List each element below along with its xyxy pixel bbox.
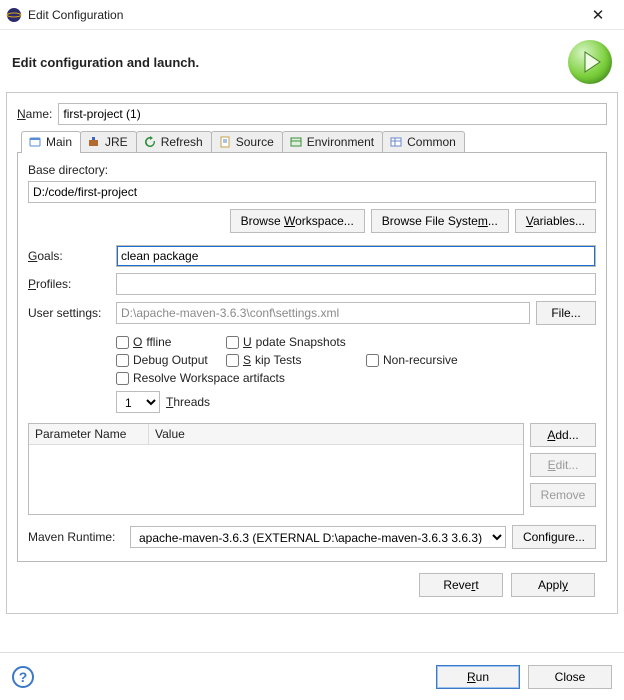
browse-workspace-button[interactable]: Browse Workspace... — [230, 209, 365, 233]
tab-environment[interactable]: Environment — [282, 131, 383, 153]
non-recursive-checkbox[interactable]: Non-recursive — [366, 353, 596, 367]
parameters-col-name: Parameter Name — [29, 424, 149, 444]
tab-main-panel: Base directory: Browse Workspace... Brow… — [17, 152, 607, 562]
dialog-footer: ? Run Close — [0, 652, 624, 700]
apply-button[interactable]: Apply — [511, 573, 595, 597]
goals-label: Goals: — [28, 249, 110, 263]
window-close-button[interactable]: ✕ — [578, 6, 618, 24]
run-icon — [568, 40, 612, 84]
source-tab-icon — [218, 135, 232, 149]
parameters-table[interactable]: Parameter Name Value — [28, 423, 524, 515]
update-snapshots-checkbox[interactable]: Update Snapshots — [226, 335, 366, 349]
environment-tab-icon — [289, 135, 303, 149]
tab-refresh-label: Refresh — [161, 135, 203, 149]
tab-main-label: Main — [46, 135, 72, 149]
tab-common[interactable]: Common — [382, 131, 465, 153]
help-icon[interactable]: ? — [12, 666, 34, 688]
common-tab-icon — [389, 135, 403, 149]
maven-runtime-configure-button[interactable]: Configure... — [512, 525, 596, 549]
user-settings-label: User settings: — [28, 306, 110, 320]
threads-label: Threads — [166, 395, 210, 409]
tab-environment-label: Environment — [307, 135, 374, 149]
debug-output-checkbox[interactable]: Debug Output — [116, 353, 226, 367]
parameters-col-value: Value — [149, 424, 523, 444]
name-row: Name: — [17, 103, 607, 125]
titlebar: Edit Configuration ✕ — [0, 0, 624, 30]
close-button[interactable]: Close — [528, 665, 612, 689]
user-settings-file-button[interactable]: File... — [536, 301, 596, 325]
offline-checkbox[interactable]: Offline — [116, 335, 226, 349]
maven-runtime-select[interactable]: apache-maven-3.6.3 (EXTERNAL D:\apache-m… — [130, 526, 506, 548]
skip-tests-checkbox[interactable]: Skip Tests — [226, 353, 366, 367]
goals-input[interactable] — [116, 245, 596, 267]
browse-filesystem-button[interactable]: Browse File System... — [371, 209, 509, 233]
run-button[interactable]: Run — [436, 665, 520, 689]
resolve-workspace-checkbox[interactable]: Resolve Workspace artifacts — [116, 371, 596, 385]
tab-main[interactable]: Main — [21, 131, 81, 153]
profiles-label: Profiles: — [28, 277, 110, 291]
maven-runtime-label: Maven Runtime: — [28, 530, 124, 544]
dialog-heading: Edit configuration and launch. — [12, 55, 568, 70]
name-label: Name: — [17, 107, 52, 121]
eclipse-icon — [6, 7, 22, 23]
name-input[interactable] — [58, 103, 607, 125]
tab-jre[interactable]: JRE — [80, 131, 137, 153]
config-content: Name: Main JRE Refresh Source Environmen… — [6, 92, 618, 614]
variables-button[interactable]: Variables... — [515, 209, 596, 233]
window-title: Edit Configuration — [28, 8, 578, 22]
tab-refresh[interactable]: Refresh — [136, 131, 212, 153]
revert-button[interactable]: Revert — [419, 573, 503, 597]
tab-source-label: Source — [236, 135, 274, 149]
base-directory-label: Base directory: — [28, 163, 596, 177]
param-edit-button[interactable]: Edit... — [530, 453, 596, 477]
jre-tab-icon — [87, 135, 101, 149]
param-remove-button[interactable]: Remove — [530, 483, 596, 507]
refresh-tab-icon — [143, 135, 157, 149]
parameters-area: Parameter Name Value Add... Edit... Remo… — [28, 423, 596, 515]
tab-source[interactable]: Source — [211, 131, 283, 153]
tab-bar: Main JRE Refresh Source Environment Comm… — [17, 131, 607, 153]
main-tab-icon — [28, 135, 42, 149]
tab-common-label: Common — [407, 135, 456, 149]
user-settings-input[interactable] — [116, 302, 530, 324]
param-add-button[interactable]: Add... — [530, 423, 596, 447]
dialog-header: Edit configuration and launch. — [0, 30, 624, 92]
threads-select[interactable]: 1 — [116, 391, 160, 413]
tab-jre-label: JRE — [105, 135, 128, 149]
profiles-input[interactable] — [116, 273, 596, 295]
base-directory-input[interactable] — [28, 181, 596, 203]
